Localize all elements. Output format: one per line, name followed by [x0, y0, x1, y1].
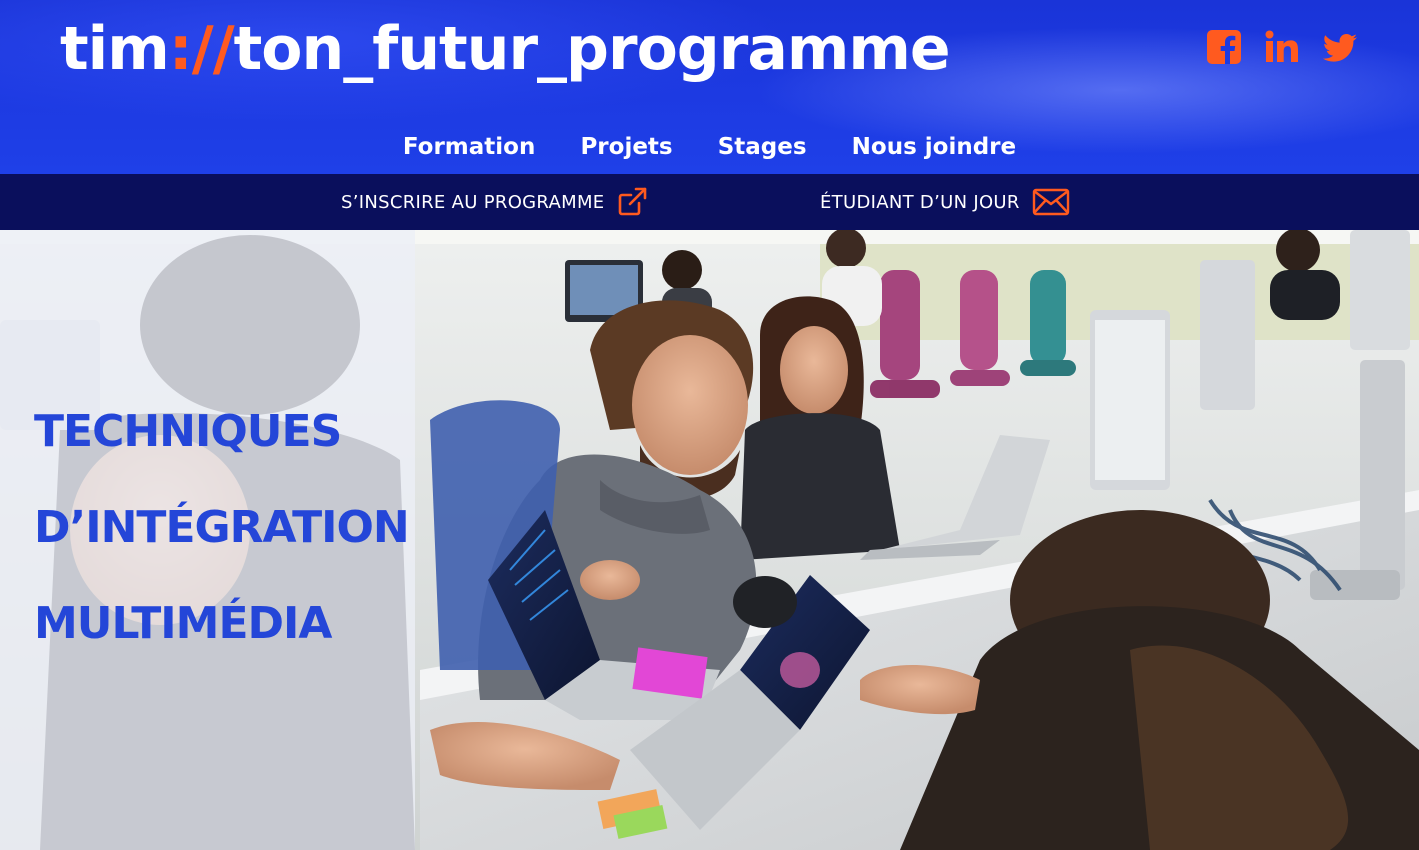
nav-item-formation[interactable]: Formation: [403, 128, 535, 166]
action-bar: S’INSCRIRE AU PROGRAMME ÉTUDIANT D’UN JO…: [0, 174, 1419, 230]
main-nav: Formation Projets Stages Nous joindre: [0, 128, 1419, 166]
social-links: [1205, 28, 1359, 66]
logo-separator: ://: [168, 14, 235, 84]
nav-item-projets[interactable]: Projets: [580, 128, 672, 166]
hero-section: TECHNIQUES D’INTÉGRATION MULTIMÉDIA: [0, 230, 1419, 850]
external-link-icon: [616, 186, 648, 218]
hero-title-line-2: D’INTÉGRATION: [34, 502, 410, 553]
hero-title-line-3: MULTIMÉDIA: [34, 598, 332, 649]
site-header: tim://ton_futur_programme Formation Proj…: [0, 0, 1419, 174]
linkedin-icon[interactable]: [1263, 28, 1301, 66]
register-program-link[interactable]: S’INSCRIRE AU PROGRAMME: [341, 174, 648, 230]
student-for-a-day-label: ÉTUDIANT D’UN JOUR: [820, 191, 1020, 213]
hero-title: TECHNIQUES D’INTÉGRATION MULTIMÉDIA: [34, 384, 410, 672]
nav-item-nous-joindre[interactable]: Nous joindre: [852, 128, 1016, 166]
register-program-label: S’INSCRIRE AU PROGRAMME: [341, 191, 605, 213]
envelope-icon: [1032, 188, 1070, 216]
student-for-a-day-link[interactable]: ÉTUDIANT D’UN JOUR: [820, 174, 1070, 230]
site-logo[interactable]: tim://ton_futur_programme: [60, 10, 951, 88]
twitter-icon[interactable]: [1321, 28, 1359, 66]
facebook-icon[interactable]: [1205, 28, 1243, 66]
nav-item-stages[interactable]: Stages: [718, 128, 807, 166]
logo-suffix: ton_futur_programme: [233, 14, 951, 84]
hero-title-line-1: TECHNIQUES: [34, 406, 342, 457]
logo-prefix: tim: [60, 14, 170, 84]
